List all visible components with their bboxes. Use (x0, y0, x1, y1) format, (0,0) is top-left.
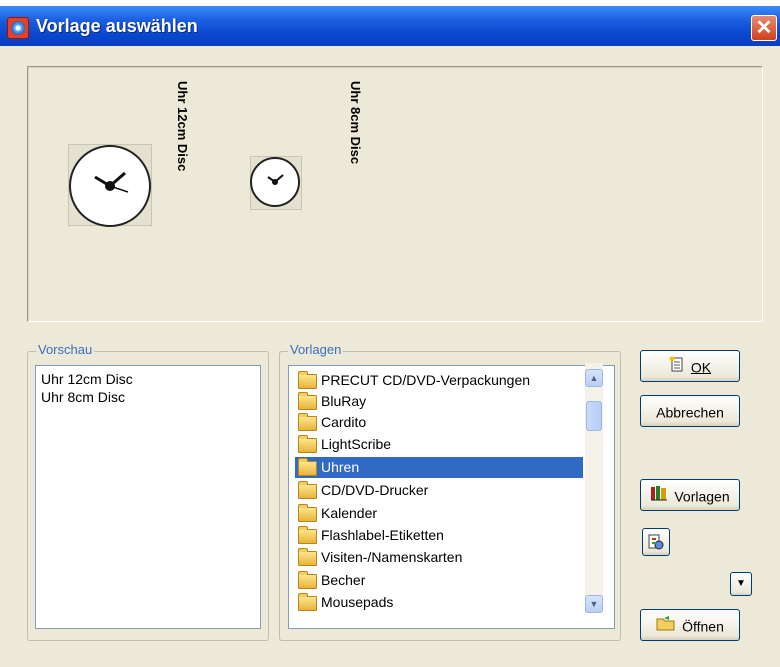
template-label-8cm: Uhr 8cm Disc (348, 81, 363, 165)
title-bar[interactable]: Vorlage auswählen ✕ (0, 6, 780, 46)
folder-icon (298, 548, 317, 566)
vorlagen-tree[interactable]: PRECUT CD/DVD-Verpackungen BluRay Cardit… (288, 365, 615, 629)
templates-button[interactable]: Vorlagen (640, 479, 740, 511)
template-label-12cm: Uhr 12cm Disc (175, 81, 190, 172)
folder-icon (298, 371, 317, 389)
scroll-thumb[interactable] (586, 401, 602, 431)
vorlagen-scrollbar[interactable]: ▲ ▼ (585, 363, 603, 613)
tree-item-kalender[interactable]: Kalender (295, 503, 585, 524)
folder-icon (298, 571, 317, 589)
folder-icon (298, 392, 317, 410)
tree-item-bluray[interactable]: BluRay (295, 391, 585, 412)
scroll-down-button[interactable]: ▼ (585, 595, 603, 613)
folder-icon (298, 481, 317, 499)
folder-icon (298, 504, 317, 522)
clock-icon (250, 157, 300, 207)
folder-icon (298, 435, 317, 453)
document-settings-icon (647, 534, 665, 554)
close-button[interactable]: ✕ (751, 15, 777, 41)
tree-item-becher[interactable]: Becher (295, 570, 585, 591)
list-item[interactable]: Uhr 12cm Disc (41, 371, 133, 387)
document-new-icon (669, 352, 685, 382)
template-preview-area: Uhr 12cm Disc Uhr 8cm Disc (27, 66, 763, 322)
tree-item-precut[interactable]: PRECUT CD/DVD-Verpackungen (295, 370, 585, 391)
tree-item-cd-dvd-drucker[interactable]: CD/DVD-Drucker (295, 480, 585, 501)
open-button[interactable]: Öffnen (640, 609, 740, 641)
folder-icon (298, 458, 317, 476)
vorlagen-group: Vorlagen PRECUT CD/DVD-Verpackungen BluR… (279, 342, 621, 641)
list-item[interactable]: Uhr 8cm Disc (41, 389, 125, 405)
vorschau-legend: Vorschau (36, 342, 95, 357)
books-icon (650, 481, 668, 511)
tree-item-mousepads[interactable]: Mousepads (295, 592, 585, 613)
dropdown-button[interactable]: ▼ (730, 572, 752, 596)
folder-icon (298, 413, 317, 431)
app-icon (7, 17, 29, 39)
folder-icon (298, 593, 317, 611)
cancel-button[interactable]: Abbrechen (640, 395, 740, 427)
vorschau-list[interactable]: Uhr 12cm Disc Uhr 8cm Disc (35, 365, 261, 629)
ok-button[interactable]: OK (640, 350, 740, 382)
tree-item-cardito[interactable]: Cardito (295, 412, 585, 433)
window-title: Vorlage auswählen (36, 16, 198, 36)
settings-icon-button[interactable] (642, 528, 670, 556)
folder-icon (298, 526, 317, 544)
clock-icon (69, 145, 151, 227)
open-folder-icon (656, 611, 676, 641)
tree-item-uhren[interactable]: Uhren (295, 457, 583, 478)
tree-item-lightscribe[interactable]: LightScribe (295, 434, 585, 455)
scroll-up-button[interactable]: ▲ (585, 369, 603, 387)
tree-item-visitenkarten[interactable]: Visiten-/Namenskarten (295, 547, 585, 568)
vorschau-group: Vorschau Uhr 12cm Disc Uhr 8cm Disc (27, 342, 269, 641)
tree-item-flashlabel[interactable]: Flashlabel-Etiketten (295, 525, 585, 546)
vorlagen-legend: Vorlagen (288, 342, 344, 357)
